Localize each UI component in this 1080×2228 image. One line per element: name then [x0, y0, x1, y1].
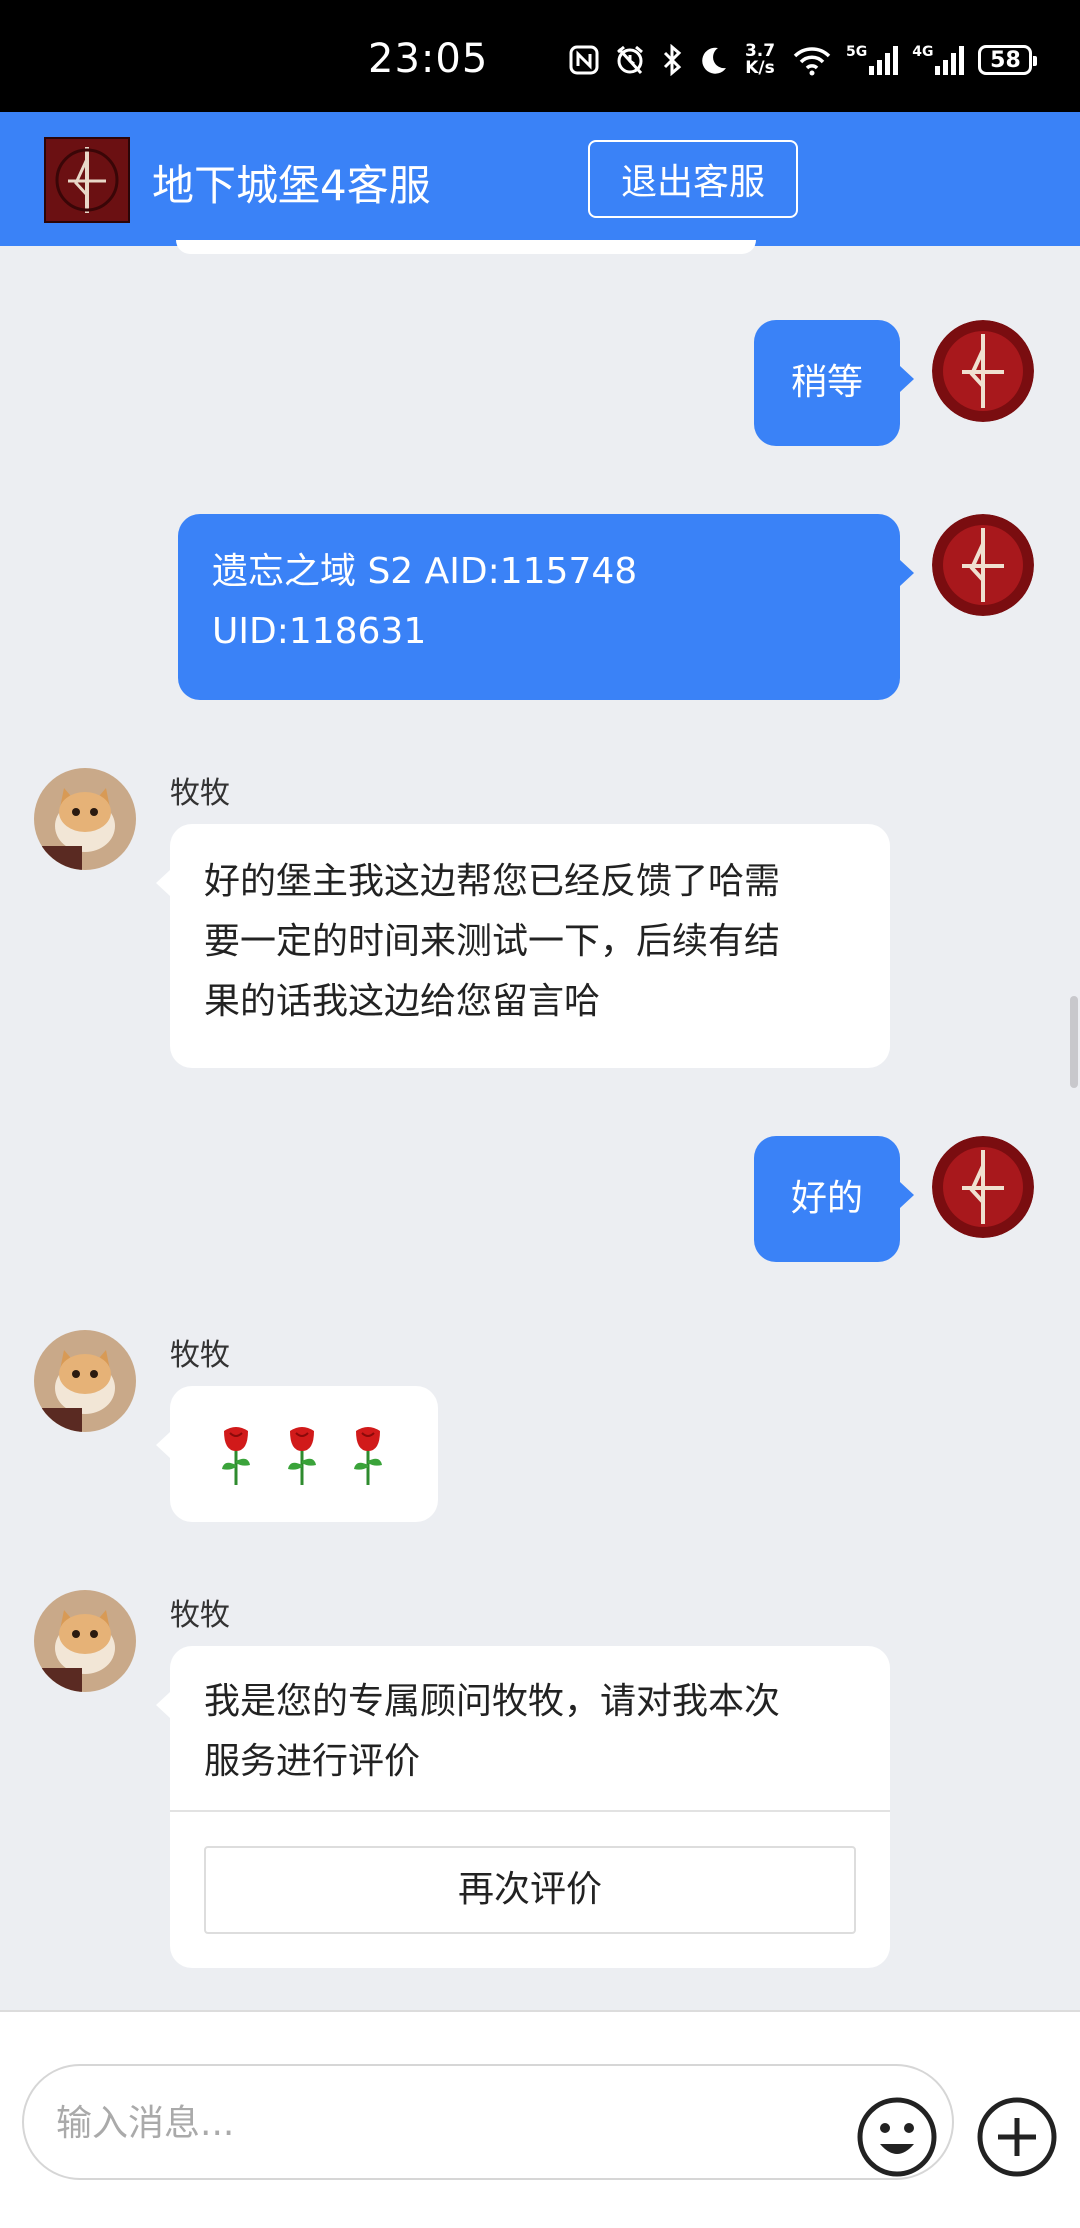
- user-avatar[interactable]: [932, 320, 1034, 422]
- net2-label: 4G: [912, 44, 934, 60]
- status-bar: 23:05 3.7 K/s 5G 4G 58: [0, 0, 1080, 112]
- battery-icon: 58: [978, 45, 1038, 75]
- game-logo-icon: [44, 137, 130, 223]
- exit-service-button[interactable]: 退出客服: [588, 140, 798, 218]
- agent-message-bubble: 好的堡主我这边帮您已经反馈了哈需 要一定的时间来测试一下，后续有结 果的话我这边…: [156, 824, 890, 1068]
- message-text-line: 服务进行评价: [204, 1741, 421, 1782]
- agent-avatar[interactable]: [34, 768, 136, 870]
- rate-again-button[interactable]: 再次评价: [204, 1846, 856, 1934]
- message-text-line: 我是您的专属顾问牧牧，请对我本次: [204, 1681, 781, 1722]
- emoji-icon[interactable]: [856, 2096, 938, 2178]
- user-avatar[interactable]: [932, 1136, 1034, 1238]
- input-bar: [0, 2010, 1080, 2228]
- agent-avatar[interactable]: [34, 1590, 136, 1692]
- agent-avatar[interactable]: [34, 1330, 136, 1432]
- net1-label: 5G: [846, 44, 868, 60]
- rose-icon: [288, 1427, 316, 1485]
- message-text: 稍等: [790, 362, 863, 403]
- battery-level: 58: [990, 47, 1021, 73]
- rating-card: 我是您的专属顾问牧牧，请对我本次 服务进行评价 再次评价: [156, 1646, 890, 1968]
- message-text-line: 要一定的时间来测试一下，后续有结: [204, 921, 781, 962]
- moon-icon: [698, 44, 728, 76]
- message-text: 好的: [790, 1178, 863, 1219]
- plus-icon[interactable]: [976, 2096, 1058, 2178]
- nfc-icon: [568, 44, 600, 76]
- rating-card-text: 我是您的专属顾问牧牧，请对我本次 服务进行评价: [204, 1672, 780, 1792]
- status-time: 23:05: [368, 36, 489, 82]
- wifi-icon: [792, 44, 832, 76]
- agent-message-bubble: [156, 1386, 438, 1522]
- signal-icon-4g: 4G: [912, 44, 965, 76]
- message-input-field: [22, 2064, 954, 2180]
- signal-icon-5g: 5G: [846, 44, 899, 76]
- network-speed: 3.7 K/s: [742, 43, 778, 77]
- message-input[interactable]: [54, 2094, 858, 2152]
- agent-name: 牧牧: [170, 1338, 230, 1373]
- bluetooth-icon: [660, 44, 684, 76]
- agent-name: 牧牧: [170, 1598, 230, 1633]
- chat-header: 地下城堡4客服 退出客服: [0, 112, 1080, 246]
- message-text-line: 果的话我这边给您留言哈: [204, 981, 601, 1022]
- rose-emoji-row: [170, 1386, 438, 1522]
- rose-icon: [222, 1427, 250, 1485]
- user-message-bubble: 好的: [754, 1136, 914, 1262]
- status-icons: 3.7 K/s 5G 4G 58: [568, 40, 1038, 80]
- message-text-line: 遗忘之域 S2 AID:115748: [212, 551, 638, 592]
- user-message-bubble: 稍等: [754, 320, 914, 446]
- chat-title: 地下城堡4客服: [152, 161, 431, 210]
- rose-icon: [354, 1427, 382, 1485]
- alarm-icon: [614, 44, 646, 76]
- scrollbar[interactable]: [1070, 996, 1078, 1088]
- message-text-line: 好的堡主我这边帮您已经反馈了哈需: [204, 861, 781, 902]
- divider: [170, 1810, 890, 1812]
- speed-unit: K/s: [745, 58, 775, 78]
- message-text-line: UID:118631: [212, 611, 427, 652]
- user-message-bubble: 遗忘之域 S2 AID:115748 UID:118631: [178, 514, 914, 700]
- user-avatar[interactable]: [932, 514, 1034, 616]
- previous-message-bubble: [176, 240, 756, 254]
- agent-name: 牧牧: [170, 776, 230, 811]
